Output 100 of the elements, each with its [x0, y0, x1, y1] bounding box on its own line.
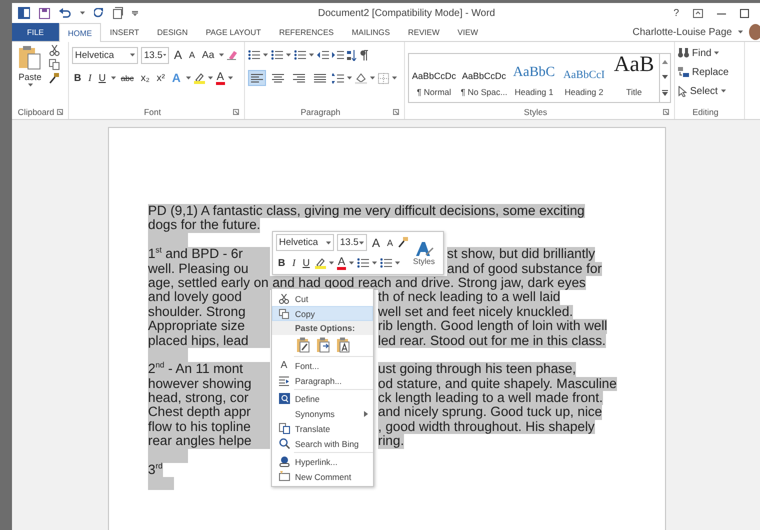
paste-keep-formatting-icon[interactable] — [296, 337, 310, 353]
borders-icon[interactable] — [378, 72, 389, 84]
caret-icon[interactable] — [286, 53, 291, 57]
justify-icon[interactable] — [314, 73, 326, 83]
style-name[interactable]: ¶ No Spac... — [460, 87, 508, 97]
paragraph-mark-icon[interactable] — [360, 50, 368, 60]
format-button[interactable]: B — [72, 72, 84, 84]
menu-item[interactable]: Define — [272, 391, 373, 406]
font-size-field[interactable]: 13.5 — [337, 234, 367, 252]
format-button[interactable]: U — [300, 258, 312, 269]
caret-icon[interactable] — [28, 83, 32, 87]
style-preview[interactable]: AaBbCcI — [563, 69, 605, 81]
dialog-launcher-icon[interactable] — [57, 109, 63, 115]
highlighter-icon[interactable] — [194, 72, 205, 84]
shrink-font-button[interactable]: A — [385, 238, 396, 248]
scroll-up-icon[interactable] — [662, 60, 668, 64]
numbering-icon[interactable] — [271, 50, 283, 60]
paste-merge-icon[interactable] — [316, 337, 330, 353]
caret-icon[interactable] — [714, 51, 720, 55]
caret-icon[interactable] — [347, 76, 352, 80]
caret-icon[interactable] — [359, 240, 364, 245]
menu-item[interactable]: Synonyms — [272, 406, 373, 421]
align-right-icon[interactable] — [293, 73, 305, 83]
caret-icon[interactable] — [80, 11, 85, 15]
caret-icon[interactable] — [392, 76, 397, 80]
help-button[interactable]: ? — [673, 8, 679, 18]
bullets-icon[interactable] — [248, 50, 260, 60]
undo-icon[interactable] — [59, 8, 71, 18]
clipboard-icon[interactable] — [18, 45, 42, 71]
caret-icon[interactable] — [309, 53, 314, 57]
eraser-icon[interactable] — [227, 50, 238, 60]
style-name[interactable]: Heading 1 — [514, 87, 554, 97]
pointer-icon[interactable] — [678, 86, 687, 96]
style-name[interactable]: ¶ Normal — [416, 87, 452, 97]
ribbon-tab[interactable]: PAGE LAYOUT — [196, 23, 270, 41]
ribbon-tab[interactable]: MAILINGS — [342, 23, 399, 41]
caret-icon[interactable] — [219, 53, 224, 57]
binoculars-icon[interactable] — [678, 48, 689, 58]
menu-item[interactable]: Translate — [272, 421, 373, 436]
caret-icon[interactable] — [738, 30, 743, 34]
decrease-indent-icon[interactable] — [317, 50, 329, 60]
ribbon-tab[interactable]: HOME — [58, 23, 101, 42]
ribbon-display-icon[interactable] — [693, 8, 703, 18]
scroll-down-icon[interactable] — [662, 74, 668, 79]
font-color-button[interactable]: A — [216, 72, 225, 84]
save-icon[interactable] — [39, 8, 50, 18]
shading-icon[interactable] — [355, 72, 367, 84]
editing-button[interactable]: Replace — [678, 64, 737, 80]
caret-icon[interactable] — [370, 76, 375, 80]
center-icon[interactable] — [272, 73, 284, 83]
menu-item[interactable]: New Comment — [272, 469, 373, 484]
caret-icon[interactable] — [186, 76, 191, 80]
style-name[interactable]: Heading 2 — [564, 87, 604, 97]
caret-icon[interactable] — [349, 261, 354, 266]
menu-item[interactable]: Cut — [272, 291, 373, 306]
paste-text-only-icon[interactable] — [336, 337, 350, 353]
caret-icon[interactable] — [130, 53, 135, 57]
format-button[interactable]: B — [276, 258, 288, 269]
menu-item[interactable]: Search with Bing — [272, 436, 373, 451]
caret-icon[interactable] — [328, 261, 334, 266]
sort-icon[interactable] — [347, 50, 357, 60]
style-preview[interactable]: AaBbCcDc — [412, 71, 456, 81]
format-button[interactable]: abc — [118, 74, 136, 82]
maximize-icon[interactable] — [740, 8, 749, 18]
grow-font-button[interactable]: A — [172, 48, 184, 62]
menu-item[interactable]: Hyperlink... — [272, 454, 373, 469]
change-case-button[interactable]: Aa — [200, 50, 216, 60]
word-logo-icon[interactable] — [18, 7, 30, 19]
menu-item[interactable]: A Font... — [272, 358, 373, 373]
caret-icon[interactable] — [326, 240, 331, 245]
format-button[interactable]: I — [86, 72, 94, 84]
caret-icon[interactable] — [162, 53, 166, 57]
ribbon-tab[interactable]: DESIGN — [148, 23, 197, 41]
font-size-field[interactable]: 13.5 — [141, 46, 169, 64]
style-name[interactable]: Title — [626, 87, 642, 97]
caret-icon[interactable] — [395, 261, 400, 266]
format-button[interactable]: x² — [154, 72, 167, 84]
format-painter-icon[interactable] — [398, 237, 410, 248]
more-icon[interactable] — [662, 90, 668, 96]
format-button[interactable]: I — [290, 258, 298, 269]
bullets-icon[interactable] — [357, 258, 370, 268]
font-color-button[interactable]: A — [336, 256, 346, 270]
menu-item[interactable]: Paragraph... — [272, 373, 373, 388]
replace-icon[interactable] — [678, 67, 689, 77]
style-preview[interactable]: AaBbCcDc — [462, 71, 506, 81]
style-preview[interactable]: AaB — [614, 54, 654, 81]
numbering-icon[interactable] — [380, 258, 392, 268]
align-left-icon[interactable] — [251, 73, 263, 83]
align-button[interactable] — [248, 70, 266, 86]
caret-icon[interactable] — [208, 76, 213, 80]
ribbon-tab[interactable]: REFERENCES — [270, 23, 343, 41]
redo-icon[interactable] — [94, 8, 104, 18]
editing-button[interactable]: Find — [678, 45, 737, 61]
copy-icon[interactable] — [49, 59, 60, 70]
line-spacing-icon[interactable] — [332, 72, 344, 84]
dialog-launcher-icon[interactable] — [233, 109, 239, 115]
format-button[interactable]: U — [96, 72, 108, 84]
caret-icon[interactable] — [263, 53, 268, 57]
ribbon-tab[interactable]: INSERT — [100, 23, 148, 41]
font-name-field[interactable]: Helvetica — [276, 234, 334, 252]
